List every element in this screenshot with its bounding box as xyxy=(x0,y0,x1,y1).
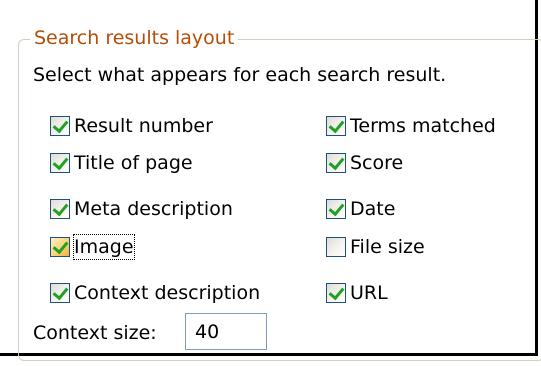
check-mark-icon xyxy=(52,153,69,171)
options-panel: Search results layout Select what appear… xyxy=(0,0,541,361)
checkbox-label: Meta description xyxy=(74,198,233,220)
result-number-checkbox[interactable]: Result number xyxy=(50,114,213,138)
checkbox-box[interactable] xyxy=(326,283,346,303)
check-mark-icon xyxy=(328,116,345,134)
meta-description-checkbox[interactable]: Meta description xyxy=(50,197,233,221)
group-title: Search results layout xyxy=(30,24,239,52)
file-size-checkbox[interactable]: File size xyxy=(326,235,425,259)
checkbox-label: Date xyxy=(350,198,396,220)
checkbox-label: Score xyxy=(350,152,404,174)
checkbox-box[interactable] xyxy=(326,116,346,136)
checkbox-label: Result number xyxy=(74,115,213,137)
checkbox-box[interactable] xyxy=(326,199,346,219)
check-mark-icon xyxy=(52,116,69,134)
image-checkbox[interactable]: Image xyxy=(50,234,135,260)
checkbox-box[interactable] xyxy=(326,237,346,257)
check-mark-icon xyxy=(328,199,345,217)
checkbox-box[interactable] xyxy=(326,153,346,173)
check-mark-icon xyxy=(328,153,345,171)
date-checkbox[interactable]: Date xyxy=(326,197,395,221)
checkbox-label: Image xyxy=(73,234,135,260)
checkbox-label: Title of page xyxy=(74,152,193,174)
title-of-page-checkbox[interactable]: Title of page xyxy=(50,151,193,175)
checkbox-box[interactable] xyxy=(50,116,70,136)
check-mark-icon xyxy=(52,237,69,255)
checkbox-box[interactable] xyxy=(50,199,70,219)
checkbox-label: Context description xyxy=(74,282,261,304)
checkbox-label: URL xyxy=(350,282,388,304)
check-mark-icon xyxy=(52,199,69,217)
checkbox-box[interactable] xyxy=(50,237,70,257)
check-mark-icon xyxy=(328,283,345,301)
score-checkbox[interactable]: Score xyxy=(326,151,403,175)
checkbox-label: File size xyxy=(350,236,425,258)
context-size-input[interactable] xyxy=(185,313,267,350)
checkbox-label: Terms matched xyxy=(350,115,496,137)
group-intro-text: Select what appears for each search resu… xyxy=(33,64,447,86)
context-size-label: Context size: xyxy=(33,322,157,344)
context-description-checkbox[interactable]: Context description xyxy=(50,281,260,305)
checkbox-box[interactable] xyxy=(50,153,70,173)
check-mark-icon xyxy=(52,283,69,301)
checkbox-box[interactable] xyxy=(50,283,70,303)
url-checkbox[interactable]: URL xyxy=(326,281,388,305)
terms-matched-checkbox[interactable]: Terms matched xyxy=(326,114,496,138)
